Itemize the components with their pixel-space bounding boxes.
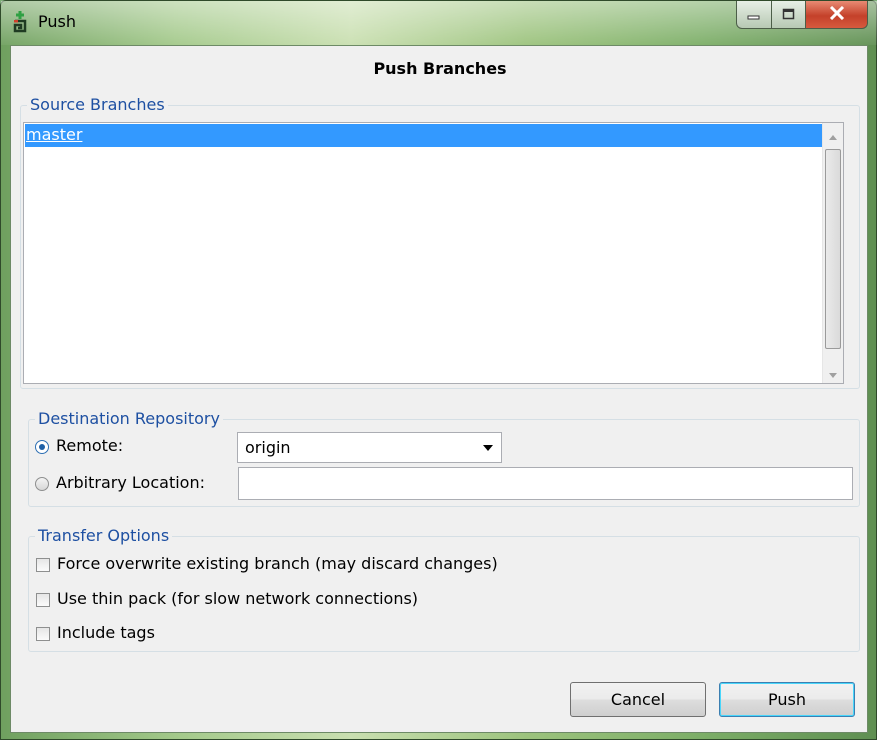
transfer-options-label: Transfer Options <box>35 526 173 546</box>
remote-label: Remote: <box>56 436 124 455</box>
force-overwrite-checkbox[interactable] <box>36 558 50 572</box>
scroll-up-icon <box>829 125 837 144</box>
include-tags-label[interactable]: Include tags <box>57 623 155 642</box>
scroll-up-button[interactable] <box>823 125 843 143</box>
egit-push-icon <box>11 11 29 33</box>
scroll-thumb[interactable] <box>825 149 841 349</box>
radio-selected-dot <box>39 444 45 450</box>
thin-pack-checkbox[interactable] <box>36 593 50 607</box>
scroll-down-icon <box>829 363 837 382</box>
source-branches-label: Source Branches <box>27 95 168 115</box>
scroll-down-button[interactable] <box>823 363 843 381</box>
window-title: Push <box>38 12 76 31</box>
maximize-button[interactable] <box>772 1 806 29</box>
dialog-body: Push Branches Source Branches master Des… <box>10 45 868 733</box>
remote-select-value: origin <box>245 438 291 457</box>
window-frame: Push Push Branches Source Branches maste… <box>0 0 877 740</box>
chevron-down-icon <box>483 445 493 451</box>
cancel-button[interactable]: Cancel <box>570 682 706 717</box>
include-tags-checkbox[interactable] <box>36 627 50 641</box>
close-button[interactable] <box>806 1 868 29</box>
window-controls <box>736 1 868 31</box>
arbitrary-location-label: Arbitrary Location: <box>56 473 205 492</box>
maximize-icon <box>782 5 796 24</box>
arbitrary-location-radio[interactable] <box>35 477 49 491</box>
push-button[interactable]: Push <box>719 682 855 717</box>
title-bar[interactable]: Push <box>1 1 877 45</box>
close-icon <box>829 5 845 24</box>
remote-select[interactable]: origin <box>237 432 502 463</box>
force-overwrite-label[interactable]: Force overwrite existing branch (may dis… <box>57 554 498 573</box>
list-item[interactable]: master <box>25 124 822 147</box>
arbitrary-location-field[interactable] <box>238 467 853 500</box>
vertical-scrollbar[interactable] <box>822 123 843 383</box>
thin-pack-label[interactable]: Use thin pack (for slow network connecti… <box>57 589 418 608</box>
minimize-icon <box>747 5 761 24</box>
remote-radio[interactable] <box>35 440 49 454</box>
minimize-button[interactable] <box>736 1 772 29</box>
dialog-heading: Push Branches <box>373 59 507 78</box>
destination-repository-label: Destination Repository <box>35 409 223 429</box>
source-branches-list[interactable]: master <box>23 122 844 384</box>
